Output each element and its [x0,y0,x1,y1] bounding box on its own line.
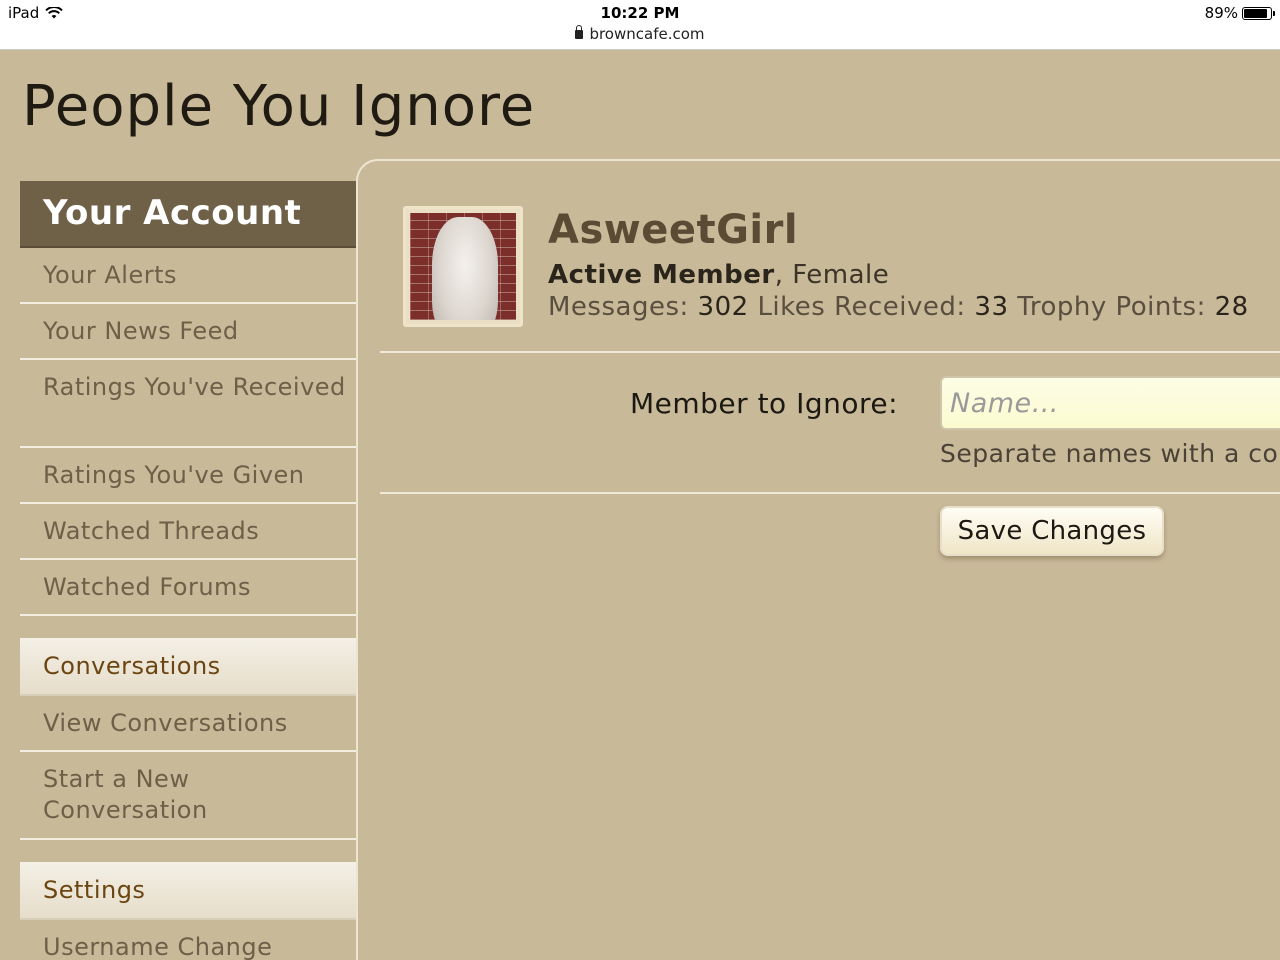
messages-label: Messages: [548,292,689,322]
clock: 10:22 PM [600,4,680,22]
profile-username[interactable]: AsweetGirl [548,207,798,253]
member-title: Active Member [548,260,775,290]
member-to-ignore-label: Member to Ignore: [630,387,899,420]
sidebar-section-settings[interactable]: Settings [20,862,356,920]
sidebar-item-start-conversation[interactable]: Start a New Conversation [20,752,356,840]
input-hint: Separate names with a com [940,439,1280,468]
account-sidebar: Your Account Your Alerts Your News Feed … [20,181,356,960]
status-bar: iPad 10:22 PM browncafe.com 89% [0,0,1280,50]
likes-label: Likes Received: [757,292,966,322]
sidebar-item-ratings-received[interactable]: Ratings You've Received [20,360,356,448]
sidebar-header: Your Account [20,181,356,248]
sidebar-item-view-conversations[interactable]: View Conversations [20,696,356,752]
sidebar-section-conversations[interactable]: Conversations [20,638,356,696]
divider [380,492,1280,494]
url-text: browncafe.com [589,25,705,43]
battery-icon [1242,6,1275,20]
address-bar[interactable]: browncafe.com [0,25,1280,43]
trophy-count: 28 [1214,292,1249,322]
sidebar-item-news-feed[interactable]: Your News Feed [20,304,356,360]
divider [380,351,1280,353]
trophy-label: Trophy Points: [1017,292,1206,322]
likes-count: 33 [974,292,1009,322]
avatar[interactable] [403,206,523,327]
page-title: People You Ignore [22,74,536,139]
member-stats: Messages: 302 Likes Received: 33 Trophy … [548,292,1249,322]
save-changes-button[interactable]: Save Changes [940,506,1164,556]
sidebar-item-alerts[interactable]: Your Alerts [20,248,356,304]
sidebar-item-watched-threads[interactable]: Watched Threads [20,504,356,560]
sidebar-item-ratings-given[interactable]: Ratings You've Given [20,448,356,504]
avatar-image [410,213,516,320]
member-gender: , Female [774,260,890,290]
member-title-line: Active Member, Female [548,260,889,290]
sidebar-item-watched-forums[interactable]: Watched Forums [20,560,356,616]
lock-icon [575,25,584,39]
messages-count: 302 [697,292,749,322]
member-name-input[interactable] [940,376,1280,430]
sidebar-item-username-change[interactable]: Username Change [20,920,356,960]
battery-percent: 89% [1204,4,1238,22]
